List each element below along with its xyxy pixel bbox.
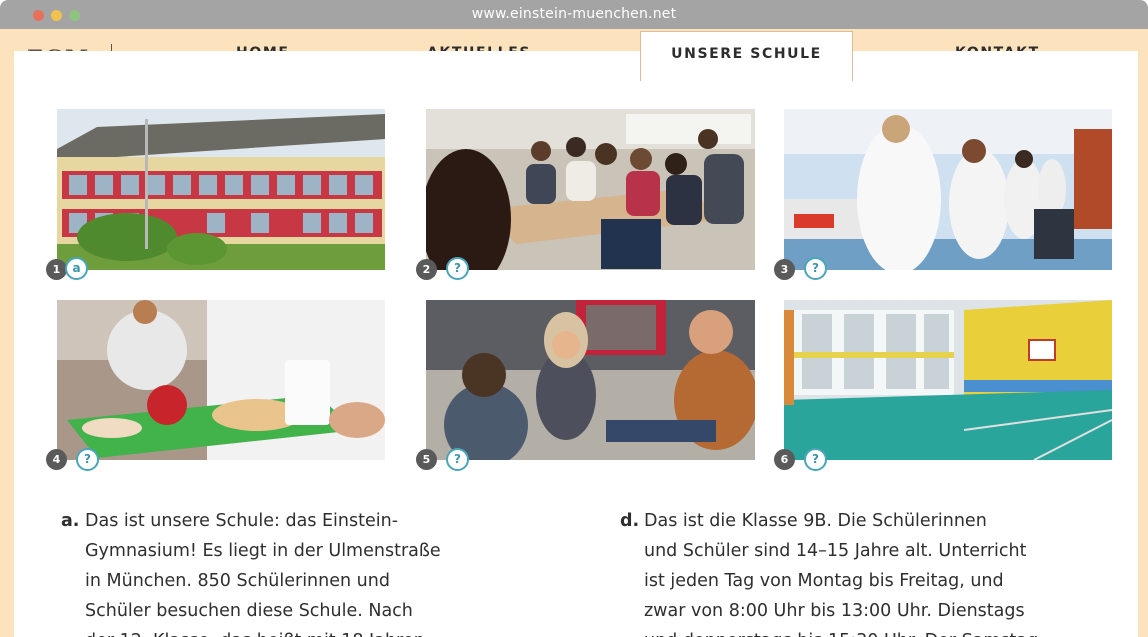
photo-classroom: [426, 109, 755, 270]
photo-number-6: 6: [774, 449, 795, 470]
text-line: Das ist unsere Schule: das Einstein-: [85, 511, 399, 531]
photo-number-3: 3: [774, 259, 795, 280]
answer-bubble-6[interactable]: ?: [804, 448, 827, 471]
answer-bubble-2[interactable]: ?: [446, 257, 469, 280]
text-line: zwar von 8:00 Uhr bis 13:00 Uhr. Diensta…: [644, 601, 1025, 621]
text-line: ist jeden Tag von Montag bis Freitag, un…: [644, 571, 1004, 591]
text-line: Gymnasium! Es liegt in der Ulmenstraße: [85, 541, 441, 561]
photo-number-4: 4: [46, 449, 67, 470]
text-line: Schüler besuchen diese Schule. Nach: [85, 601, 413, 621]
text-block-a: a. Das ist unsere Schule: das Einstein- …: [61, 506, 521, 637]
text-line: Das ist die Klasse 9B. Die Schülerinnen: [644, 511, 987, 531]
text-line: und Schüler sind 14–15 Jahre alt. Unterr…: [644, 541, 1027, 561]
photo-sports-hall: [784, 300, 1112, 460]
photo-cafeteria: [57, 300, 385, 460]
text-block-d: d. Das ist die Klasse 9B. Die Schülerinn…: [620, 506, 1140, 637]
text-line: in München. 850 Schülerinnen und: [85, 571, 390, 591]
photo-number-2: 2: [416, 259, 437, 280]
photo-school-building: [57, 109, 385, 270]
photo-number-1: 1: [46, 259, 67, 280]
answer-bubble-1[interactable]: a: [65, 257, 88, 280]
text-label-a: a.: [61, 511, 80, 531]
address-url[interactable]: www.einstein-muenchen.net: [0, 6, 1148, 22]
photo-science-lab: [784, 109, 1112, 270]
photo-students-talking: [426, 300, 755, 460]
text-line: und donnerstags bis 15:30 Uhr. Der Samst…: [644, 626, 1140, 637]
answer-bubble-3[interactable]: ?: [804, 257, 827, 280]
answer-bubble-4[interactable]: ?: [76, 448, 99, 471]
text-line: der 12. Klasse, das heißt mit 18 Jahren,: [85, 626, 521, 637]
text-label-d: d.: [620, 511, 640, 531]
browser-title-bar: www.einstein-muenchen.net: [0, 0, 1148, 29]
nav-unsere-schule[interactable]: UNSERE SCHULE: [641, 46, 852, 62]
nav-unsere-schule-tab[interactable]: UNSERE SCHULE: [640, 31, 853, 81]
photo-number-5: 5: [416, 449, 437, 470]
answer-bubble-5[interactable]: ?: [446, 448, 469, 471]
